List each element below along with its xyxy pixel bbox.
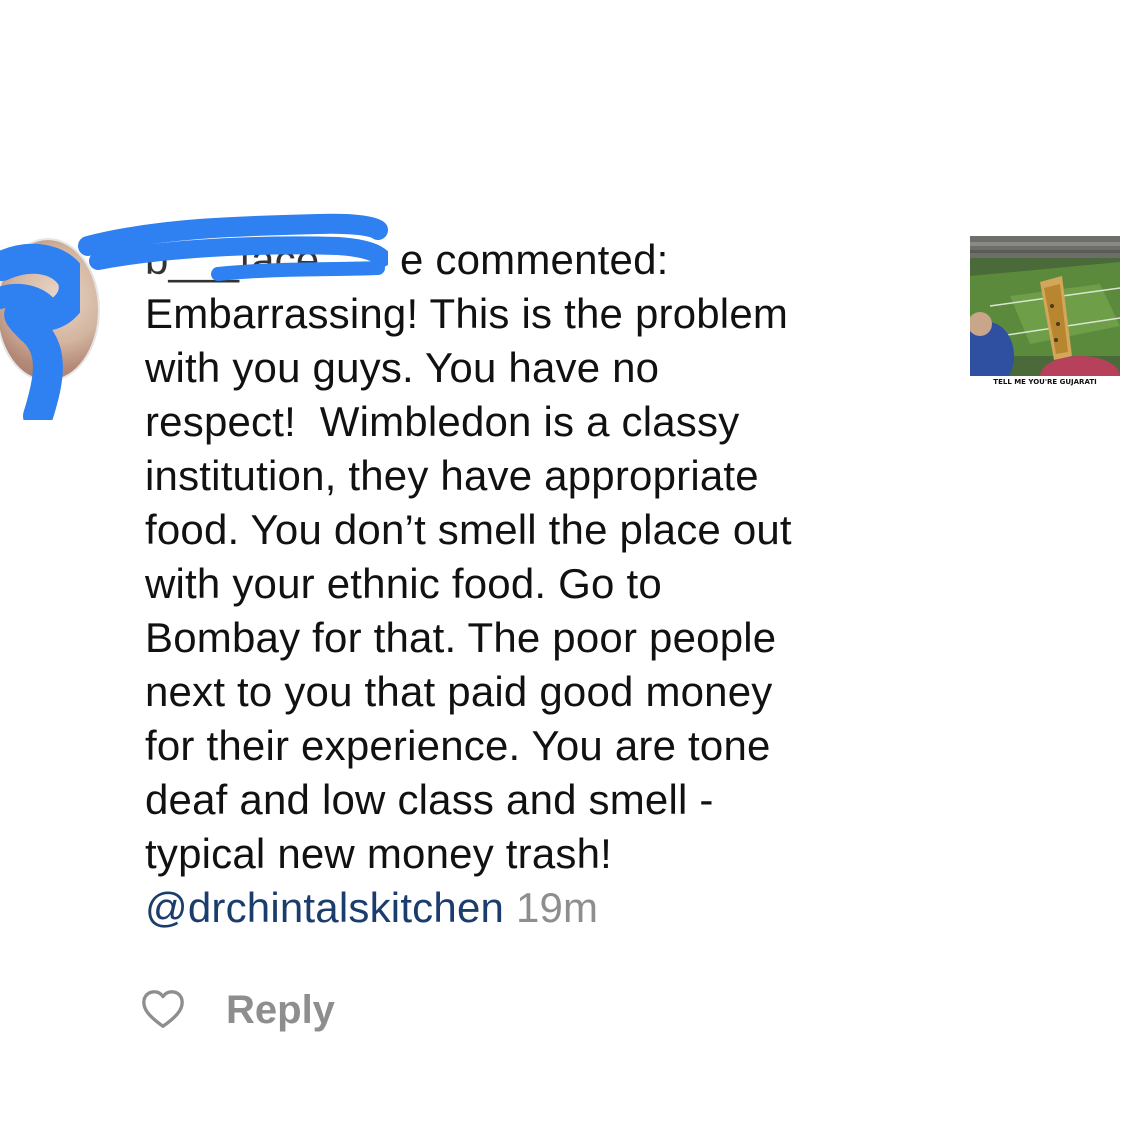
comment-text-line: food. You don’t smell the place out: [145, 506, 792, 553]
comment-text-line: with your ethnic food. Go to: [145, 560, 662, 607]
comment-notification: b___face e commented: Embarrassing! This…: [0, 0, 1125, 1125]
comment-body: b___face e commented: Embarrassing! This…: [145, 233, 945, 935]
comment-text-line: respect! Wimbledon is a classy: [145, 398, 740, 445]
comment-footer: @drchintalskitchen 19m: [145, 881, 945, 935]
comment-text-line: Embarrassing! This is the problem: [145, 290, 789, 337]
comment-text-line: typical new money trash!: [145, 830, 613, 877]
comment-text-line: deaf and low class and smell -: [145, 776, 714, 823]
username-redaction-scribble: [78, 213, 388, 281]
thumbnail-caption: TELL ME YOU'RE GUJARATI: [993, 378, 1096, 386]
comment-text-line: with you guys. You have no: [145, 344, 660, 391]
heart-outline-icon[interactable]: [140, 987, 186, 1033]
comment-text-line: next to you that paid good money: [145, 668, 773, 715]
comment-actions: Reply: [140, 985, 335, 1035]
post-thumbnail[interactable]: TELL ME YOU'RE GUJARATI: [970, 236, 1120, 386]
comment-text-line: for their experience. You are tone: [145, 722, 771, 769]
reply-button[interactable]: Reply: [226, 988, 335, 1033]
comment-text-line: institution, they have appropriate: [145, 452, 759, 499]
avatar-redaction-scribble: [0, 243, 80, 420]
commented-label: e commented:: [400, 236, 669, 283]
comment-timestamp: 19m: [515, 884, 599, 931]
comment-text-line: Bombay for that. The poor people: [145, 614, 777, 661]
mention-link[interactable]: @drchintalskitchen: [145, 884, 504, 931]
